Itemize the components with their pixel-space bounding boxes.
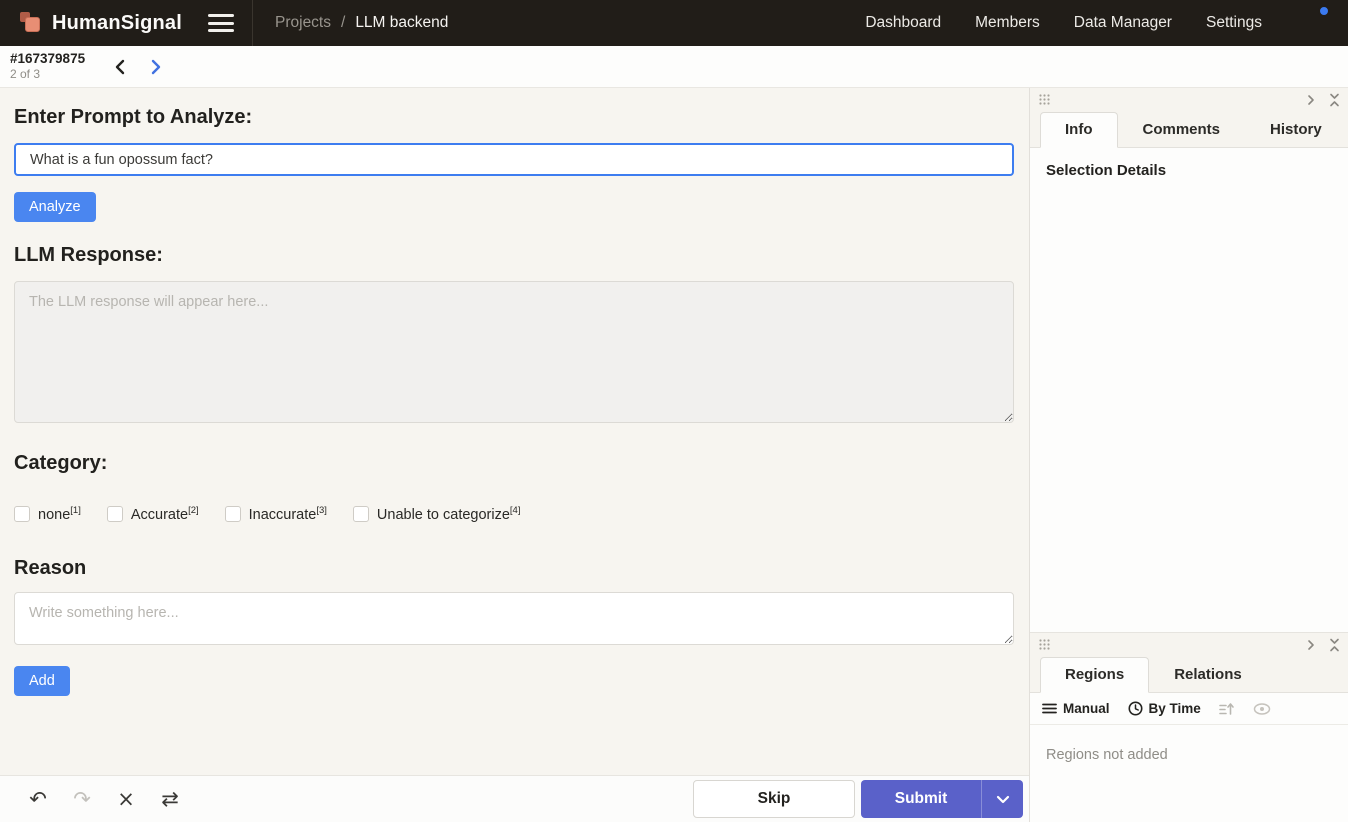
topnav-links: Dashboard Members Data Manager Settings <box>865 7 1348 39</box>
category-label: Inaccurate[3] <box>249 505 327 523</box>
task-position: 2 of 3 <box>10 67 85 82</box>
group-by-manual[interactable]: Manual <box>1042 701 1110 716</box>
drag-handle-icon[interactable] <box>1039 94 1050 105</box>
collapse-panel-icon[interactable] <box>1329 638 1340 652</box>
reason-heading: Reason <box>14 557 1014 580</box>
details-tabs: Info Comments History <box>1030 111 1348 148</box>
topnav-divider <box>252 0 253 46</box>
task-id: #167379875 <box>10 51 85 68</box>
chevron-left-icon <box>113 59 127 75</box>
category-label: Unable to categorize[4] <box>377 505 521 523</box>
redo-icon[interactable]: ↷ <box>66 783 98 815</box>
checkbox-accurate[interactable] <box>107 506 123 522</box>
menu-hamburger-icon[interactable] <box>208 14 234 32</box>
submit-button-group: Submit <box>861 780 1023 818</box>
regions-empty-state: Regions not added <box>1030 725 1348 822</box>
order-label: By Time <box>1149 701 1201 716</box>
breadcrumb-current-project: LLM backend <box>355 14 448 32</box>
tab-history[interactable]: History <box>1245 112 1347 148</box>
llm-response-textarea <box>14 281 1014 423</box>
edit-actions: ↶ ↷ × ⇄ <box>22 783 186 815</box>
nav-dashboard[interactable]: Dashboard <box>865 14 941 32</box>
group-label: Manual <box>1063 701 1110 716</box>
task-navigation <box>109 55 167 79</box>
drag-handle-icon[interactable] <box>1039 639 1050 650</box>
detach-panel-icon[interactable] <box>1307 639 1315 651</box>
nav-data-manager[interactable]: Data Manager <box>1074 14 1172 32</box>
category-option-inaccurate[interactable]: Inaccurate[3] <box>225 505 327 523</box>
checkbox-inaccurate[interactable] <box>225 506 241 522</box>
nav-settings[interactable]: Settings <box>1206 14 1262 32</box>
bottom-toolbar: ↶ ↷ × ⇄ Skip Submit <box>0 775 1029 822</box>
llm-response-heading: LLM Response: <box>14 244 1014 267</box>
details-panel-body: Selection Details <box>1030 148 1348 632</box>
next-task-button[interactable] <box>145 55 167 79</box>
top-nav: HumanSignal Projects / LLM backend Dashb… <box>0 0 1348 46</box>
prompt-input[interactable] <box>14 143 1014 176</box>
tab-comments[interactable]: Comments <box>1118 112 1246 148</box>
category-options: none[1] Accurate[2] Inaccurate[3] Unable… <box>14 505 1014 523</box>
regions-tabs: Regions Relations <box>1030 656 1348 693</box>
analyze-button[interactable]: Analyze <box>14 192 96 222</box>
tab-info[interactable]: Info <box>1040 112 1118 148</box>
list-lines-icon <box>1042 703 1057 714</box>
side-panels: Info Comments History Selection Details <box>1029 88 1348 822</box>
order-by-time[interactable]: By Time <box>1128 701 1201 716</box>
avatar-status-badge <box>1318 5 1330 17</box>
selection-details-title: Selection Details <box>1046 162 1332 179</box>
hotkey-hint: [3] <box>316 505 327 516</box>
clock-icon <box>1128 701 1143 716</box>
regions-panel-header <box>1030 633 1348 656</box>
reset-icon[interactable]: × <box>110 783 142 815</box>
submit-button[interactable]: Submit <box>861 780 981 818</box>
collapse-panel-icon[interactable] <box>1329 93 1340 107</box>
category-label: none[1] <box>38 505 81 523</box>
breadcrumb: Projects / LLM backend <box>275 14 448 32</box>
brand-name: HumanSignal <box>52 12 182 35</box>
category-option-none[interactable]: none[1] <box>14 505 81 523</box>
regions-toolbar: Manual By Time <box>1030 693 1348 725</box>
task-bar: #167379875 2 of 3 <box>0 46 1348 88</box>
nav-members[interactable]: Members <box>975 14 1040 32</box>
add-button[interactable]: Add <box>14 666 70 696</box>
details-panel-header <box>1030 88 1348 111</box>
swap-arrows-icon[interactable]: ⇄ <box>154 783 186 815</box>
hotkey-hint: [2] <box>188 505 199 516</box>
prev-task-button[interactable] <box>109 55 131 79</box>
category-option-accurate[interactable]: Accurate[2] <box>107 505 199 523</box>
checkbox-unable-to-categorize[interactable] <box>353 506 369 522</box>
annotation-workspace: Enter Prompt to Analyze: Analyze LLM Res… <box>0 88 1029 775</box>
submit-dropdown-button[interactable] <box>981 780 1023 818</box>
category-heading: Category: <box>14 452 1014 475</box>
chevron-right-icon <box>149 59 163 75</box>
skip-button[interactable]: Skip <box>693 780 855 818</box>
user-avatar[interactable] <box>1296 7 1328 39</box>
undo-icon[interactable]: ↶ <box>22 783 54 815</box>
regions-panel: Regions Relations Manual By Time <box>1030 632 1348 822</box>
detach-panel-icon[interactable] <box>1307 94 1315 106</box>
breadcrumb-projects[interactable]: Projects <box>275 14 331 32</box>
category-option-unable-to-categorize[interactable]: Unable to categorize[4] <box>353 505 521 523</box>
hotkey-hint: [1] <box>70 505 81 516</box>
humansignal-logo-icon <box>20 12 42 34</box>
tab-relations[interactable]: Relations <box>1149 657 1267 693</box>
brand[interactable]: HumanSignal <box>0 12 200 35</box>
toggle-visibility-eye-icon[interactable] <box>1253 703 1271 715</box>
task-meta: #167379875 2 of 3 <box>0 51 85 83</box>
prompt-heading: Enter Prompt to Analyze: <box>14 106 1014 129</box>
submission-actions: Skip Submit <box>693 780 1023 818</box>
checkbox-none[interactable] <box>14 506 30 522</box>
sort-ascending-icon[interactable] <box>1219 702 1235 716</box>
breadcrumb-separator: / <box>341 14 345 32</box>
hotkey-hint: [4] <box>510 505 521 516</box>
chevron-down-icon <box>996 795 1010 804</box>
reason-textarea[interactable] <box>14 592 1014 645</box>
details-panel: Info Comments History Selection Details <box>1030 88 1348 632</box>
tab-regions[interactable]: Regions <box>1040 657 1149 693</box>
category-label: Accurate[2] <box>131 505 199 523</box>
